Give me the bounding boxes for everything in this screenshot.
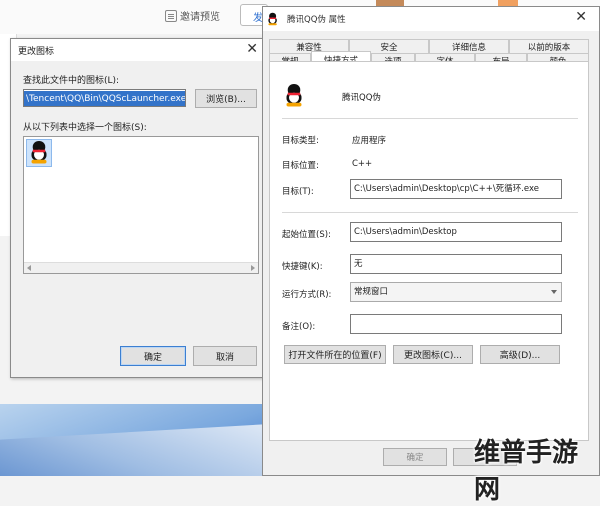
qq-penguin-icon: [29, 141, 49, 164]
target-type-label: 目标类型:: [282, 136, 319, 146]
properties-ok-button[interactable]: 确定: [383, 448, 447, 466]
change-icon-dialog: 更改图标 ✕ 查找此文件中的图标(L): \Tencent\QQ\Bin\QQS…: [10, 38, 266, 378]
target-input[interactable]: C:\Users\admin\Desktop\cp\C++\死循环.exe: [350, 179, 562, 199]
shortcut-app-icon: [284, 84, 304, 107]
target-location-value: C++: [352, 159, 373, 169]
start-in-input[interactable]: C:\Users\admin\Desktop: [350, 222, 562, 242]
close-icon[interactable]: ✕: [575, 10, 587, 24]
app-name: 腾讯QQ伪: [342, 93, 381, 103]
shortcut-key-label: 快捷键(K):: [282, 262, 323, 272]
invite-preview-button[interactable]: 邀请预览: [165, 8, 220, 23]
invite-icon: [165, 9, 177, 22]
change-icon-titlebar: 更改图标 ✕: [11, 39, 265, 62]
browse-button[interactable]: 浏览(B)...: [195, 89, 257, 108]
qq-icon-option[interactable]: [26, 139, 52, 167]
close-icon[interactable]: ✕: [246, 42, 258, 56]
target-type-value: 应用程序: [352, 136, 387, 146]
icon-list[interactable]: [23, 136, 259, 274]
target-label: 目标(T):: [282, 187, 314, 197]
change-icon-title: 更改图标: [18, 46, 55, 57]
run-select-value: 常规窗口: [354, 287, 389, 297]
scroll-left-icon[interactable]: [27, 265, 31, 271]
separator: [282, 212, 578, 213]
qq-penguin-icon: [267, 12, 278, 26]
icon-file-path-value: \Tencent\QQ\Bin\QQScLauncher.exe: [24, 91, 185, 106]
scroll-right-icon[interactable]: [251, 265, 255, 271]
open-file-location-button[interactable]: 打开文件所在的位置(F): [284, 345, 386, 364]
change-icon-button[interactable]: 更改图标(C)...: [393, 345, 473, 364]
cancel-button[interactable]: 取消: [193, 346, 257, 366]
shortcut-panel: 腾讯QQ伪 目标类型: 应用程序 目标位置: C++ 目标(T): C:\Use…: [269, 61, 589, 441]
invite-preview-label: 邀请预览: [180, 12, 220, 23]
tab-previous-versions[interactable]: 以前的版本: [509, 39, 589, 53]
properties-title: 腾讯QQ伪 属性: [287, 15, 346, 25]
watermark: 维普手游网: [474, 438, 579, 505]
shortcut-key-input[interactable]: 无: [350, 254, 562, 274]
advanced-button[interactable]: 高级(D)...: [480, 345, 560, 364]
select-icon-label: 从以下列表中选择一个图标(S):: [23, 123, 147, 133]
icon-file-path-input[interactable]: \Tencent\QQ\Bin\QQScLauncher.exe: [23, 89, 186, 107]
icon-list-scrollbar[interactable]: [24, 262, 258, 273]
find-icon-label: 查找此文件中的图标(L):: [23, 76, 120, 86]
run-select[interactable]: 常规窗口: [350, 282, 562, 302]
tab-details[interactable]: 详细信息: [429, 39, 509, 53]
chevron-down-icon: [551, 290, 557, 294]
run-label: 运行方式(R):: [282, 290, 332, 300]
comment-label: 备注(O):: [282, 322, 316, 332]
change-icon-body: 查找此文件中的图标(L): \Tencent\QQ\Bin\QQScLaunch…: [11, 61, 265, 377]
comment-input[interactable]: [350, 314, 562, 334]
properties-titlebar: 腾讯QQ伪 属性 ✕: [263, 7, 599, 31]
ok-button[interactable]: 确定: [120, 346, 186, 366]
qq-properties-dialog: 腾讯QQ伪 属性 ✕ 兼容性 安全 详细信息 以前的版本 常规 快捷方式 选项 …: [262, 6, 600, 476]
separator: [282, 118, 578, 119]
start-in-label: 起始位置(S):: [282, 230, 331, 240]
target-location-label: 目标位置:: [282, 161, 319, 171]
